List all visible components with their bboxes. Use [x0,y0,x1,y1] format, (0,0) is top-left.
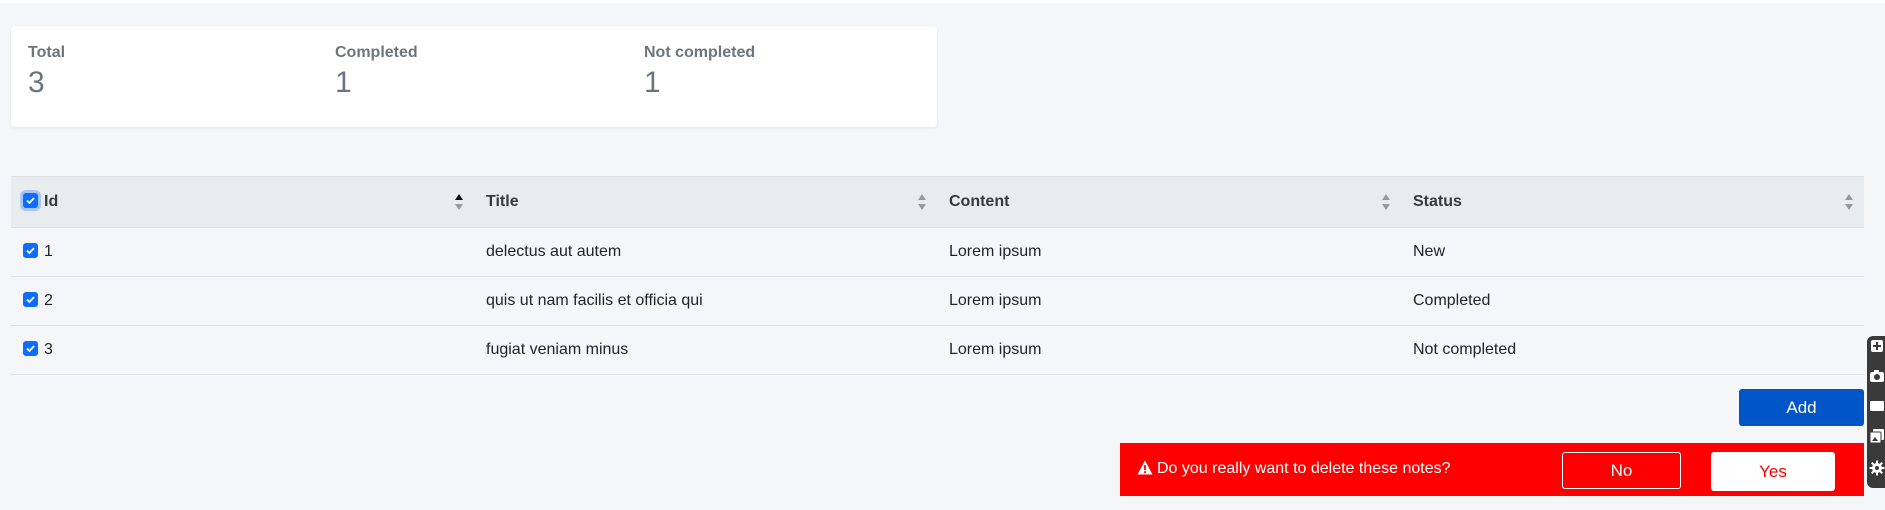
cell-id: 3 [11,325,474,375]
yes-button[interactable]: Yes [1711,452,1835,491]
column-header-status-label: Status [1413,193,1462,210]
add-button[interactable]: Add [1739,389,1864,426]
stat-total-label: Total [28,44,66,61]
column-header-content-label: Content [949,193,1010,210]
cell-title: delectus aut autem [474,227,937,277]
no-button[interactable]: No [1562,452,1681,489]
side-toolbar [1867,336,1885,488]
row-id: 1 [44,243,53,260]
stat-total: Total 3 [28,44,65,98]
column-header-content[interactable]: Content [937,176,1401,228]
cell-content: Lorem ipsum [937,276,1401,326]
stat-not-completed-label: Not completed [644,44,756,61]
checkmark-icon [26,345,35,353]
column-header-title[interactable]: Title [474,176,937,228]
table-row[interactable]: 2 quis ut nam facilis et officia qui Lor… [11,276,1864,326]
row-id: 3 [44,341,53,358]
checkmark-icon [26,197,35,205]
table-header-row: Id Title Content Status [11,176,1864,228]
checkmark-icon [26,296,35,304]
cell-id: 1 [11,227,474,277]
cell-status: Completed [1401,276,1864,326]
stat-not-completed: Not completed 1 [644,44,755,98]
cell-status: Not completed [1401,325,1864,375]
cell-status: New [1401,227,1864,277]
notes-table: Id Title Content Status 1 delectus aut a… [11,176,1864,375]
cell-content: Lorem ipsum [937,227,1401,277]
row-id: 2 [44,292,53,309]
stats-card: Total 3 Completed 1 Not completed 1 [11,26,937,127]
stat-completed-value: 1 [335,66,352,99]
column-header-status[interactable]: Status [1401,176,1864,228]
warning-icon [1137,460,1153,475]
sort-icon[interactable] [454,193,464,211]
delete-confirmation-bar: Do you really want to delete these notes… [1120,443,1864,496]
add-icon[interactable] [1869,338,1885,354]
confirmation-message: Do you really want to delete these notes… [1137,460,1451,478]
stat-completed: Completed 1 [335,44,418,98]
column-header-id-label: Id [44,193,59,210]
window-icon[interactable] [1869,398,1885,414]
confirmation-text: Do you really want to delete these notes… [1157,460,1451,477]
column-header-title-label: Title [486,193,519,210]
row-checkbox[interactable] [23,243,38,258]
cell-content: Lorem ipsum [937,325,1401,375]
cell-title: quis ut nam facilis et officia qui [474,276,937,326]
top-bar [0,0,1885,3]
cell-id: 2 [11,276,474,326]
gallery-icon[interactable] [1869,428,1885,444]
row-checkbox[interactable] [23,341,38,356]
gear-icon[interactable] [1869,460,1885,476]
stat-total-value: 3 [28,66,45,99]
table-row[interactable]: 1 delectus aut autem Lorem ipsum New [11,227,1864,277]
column-header-id[interactable]: Id [11,176,474,228]
table-row[interactable]: 3 fugiat veniam minus Lorem ipsum Not co… [11,325,1864,375]
sort-icon[interactable] [1381,193,1391,211]
camera-icon[interactable] [1869,368,1885,384]
sort-icon[interactable] [1844,193,1854,211]
sort-icon[interactable] [917,193,927,211]
stat-not-completed-value: 1 [644,66,661,99]
checkmark-icon [26,247,35,255]
stat-completed-label: Completed [335,44,418,61]
select-all-checkbox[interactable] [23,193,38,208]
row-checkbox[interactable] [23,292,38,307]
cell-title: fugiat veniam minus [474,325,937,375]
